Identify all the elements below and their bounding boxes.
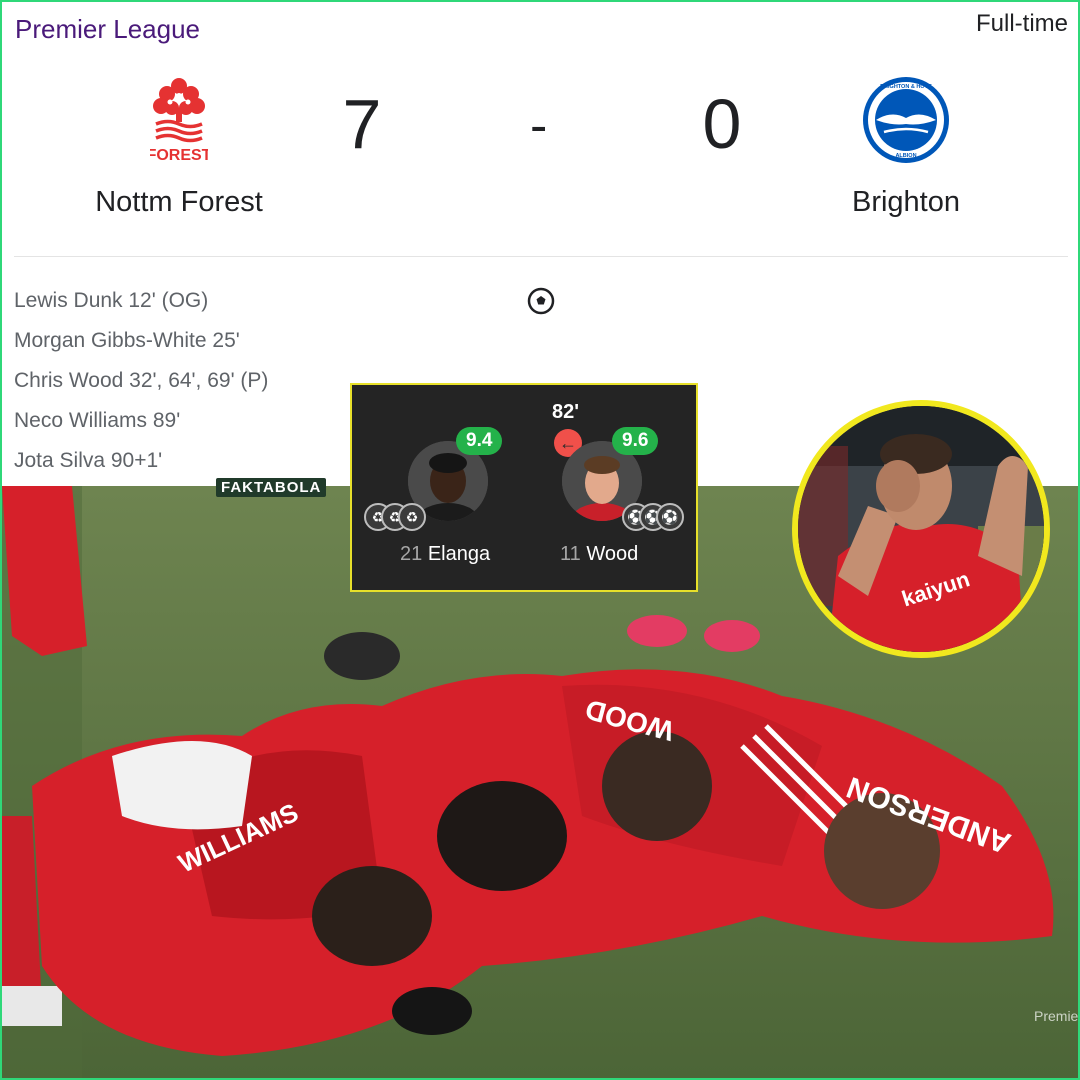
home-score: 7 [342, 85, 382, 163]
svg-text:ALBION: ALBION [895, 153, 916, 159]
player-rating: 9.6 [612, 427, 659, 455]
nottm-forest-crest-icon[interactable]: FOREST [147, 74, 212, 171]
goalscorer-item: Lewis Dunk 12' (OG) [14, 289, 209, 312]
away-score: 0 [702, 85, 742, 163]
player-stats-panel: 82' 9.4 ♻ ♻ ♻ 21 Elanga ← 9.6 ⚽ ⚽ ⚽ 11 W… [350, 383, 698, 592]
player-label-wood[interactable]: 11 Wood [560, 543, 638, 566]
assist-boot-icon: ♻ [398, 503, 426, 531]
player-rating: 9.4 [456, 427, 503, 455]
goal-ball-icon: ⚽ [656, 503, 684, 531]
post-frame: Premier League Full-time ORES Nottm Fore… [0, 0, 1080, 1080]
substitution-minute: 82' [552, 401, 580, 423]
broadcast-logo: Premier [1034, 1008, 1078, 1024]
player-name: Wood [586, 543, 639, 565]
home-team-name[interactable]: Nottm Forest [29, 186, 329, 219]
player-closeup-inset: kaiyun [792, 400, 1050, 658]
soccer-ball-icon [526, 286, 556, 321]
away-team-name[interactable]: Brighton [756, 186, 1056, 219]
home-crest-text: FOREST [150, 147, 208, 164]
competition-name[interactable]: Premier League [15, 14, 200, 45]
score-separator: - [530, 97, 548, 155]
player-label-elanga[interactable]: 21 Elanga [400, 543, 490, 566]
goalscorers-list: Lewis Dunk 12' (OG) Morgan Gibbs-White 2… [14, 284, 268, 484]
match-status: Full-time [975, 10, 1068, 37]
player-name: Elanga [427, 543, 491, 565]
goalscorer-item: Morgan Gibbs-White 25' [14, 329, 240, 352]
goalscorer-item: Chris Wood 32', 64', 69' (P) [14, 369, 269, 392]
player-number: 11 [560, 543, 581, 565]
brighton-crest-icon[interactable]: BRIGHTON & HOVE ALBION [862, 76, 950, 169]
svg-text:BRIGHTON & HOVE: BRIGHTON & HOVE [880, 84, 932, 90]
player-number: 21 [400, 543, 423, 565]
goalscorer-item: Neco Williams 89' [14, 409, 181, 432]
watermark-logo: FAKTABOLA [216, 478, 327, 497]
card-divider [14, 256, 1068, 257]
